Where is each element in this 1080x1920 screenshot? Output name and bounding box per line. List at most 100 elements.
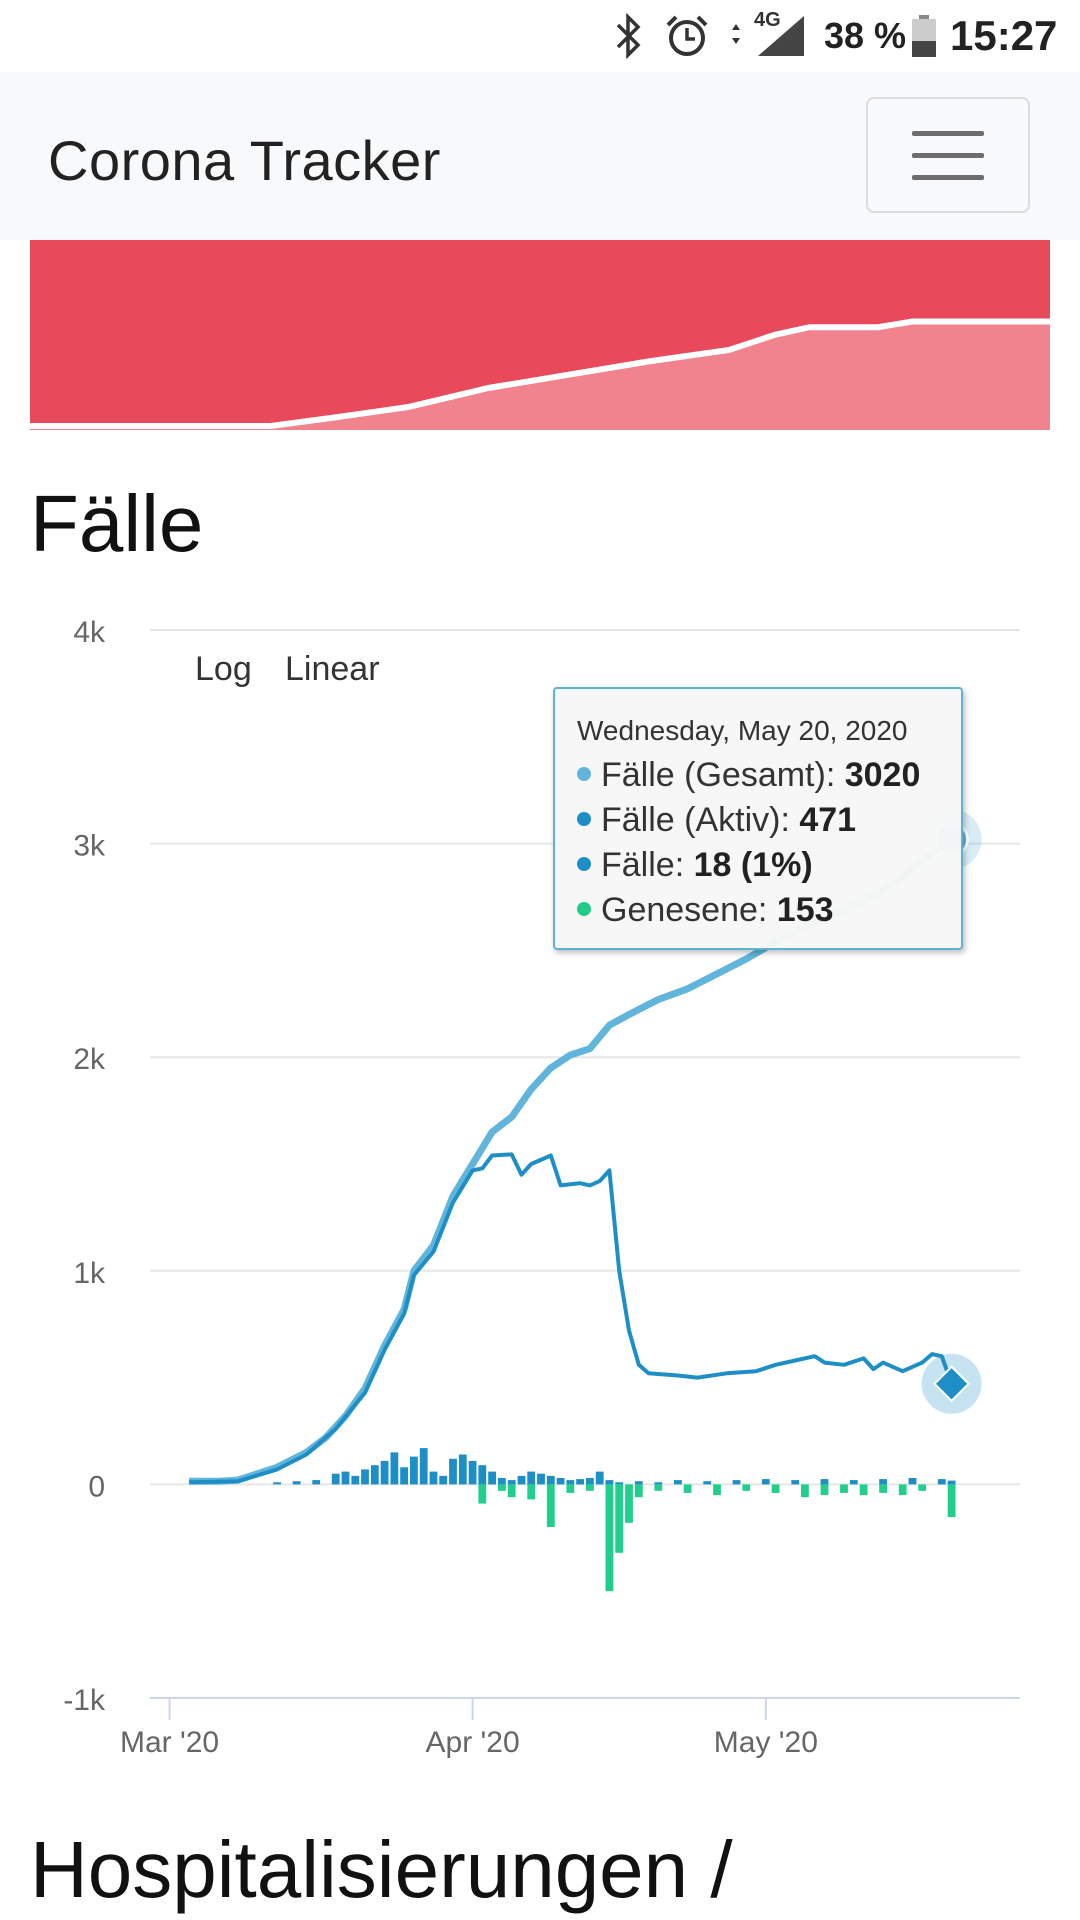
new-cases-bar [361,1469,369,1485]
new-cases-bar [507,1480,516,1485]
new-cases-bar [380,1460,389,1485]
recovered-bar [507,1484,516,1498]
new-cases-bar [761,1479,770,1485]
recovered-bar [801,1484,809,1498]
recovered-bar [478,1484,487,1504]
log-scale-button[interactable]: Log [195,650,252,689]
new-cases-bar [312,1480,321,1485]
svg-text:4G: 4G [754,10,781,31]
recovered-bar [615,1484,624,1553]
bar-series [273,1448,956,1592]
y-tick-label: 3k [73,830,106,863]
recovered-bar [918,1484,927,1491]
new-cases-bar [370,1465,379,1485]
recovered-bar [713,1484,721,1496]
x-axis: Mar '20 Apr '20 May '20 [120,1698,818,1759]
recovered-bar [742,1484,751,1491]
recovered-bar [859,1484,868,1496]
chart-tooltip: Wednesday, May 20, 2020 Fälle (Gesamt): … [553,687,963,950]
new-cases-bar [341,1471,350,1485]
brand-title[interactable]: Corona Tracker [48,128,441,193]
battery-percent: 38 % [824,15,907,56]
alarm-icon [664,10,710,62]
legend-dot [577,812,591,827]
new-cases-bar [273,1482,281,1485]
new-cases-bar [400,1467,408,1485]
x-tick-label: Mar '20 [120,1726,219,1759]
new-cases-bar [292,1481,301,1485]
signal-icon: 4G [728,10,818,62]
menu-toggle-button[interactable] [866,97,1030,213]
new-cases-bar [546,1475,555,1485]
tooltip-value: 3020 [844,756,921,794]
new-cases-bar [390,1452,399,1485]
new-cases-bar [468,1460,477,1485]
section-title-hospitalisierungen: Hospitalisierungen / [30,1825,733,1914]
recovered-bar [566,1484,575,1493]
new-cases-bar [331,1473,340,1485]
new-cases-bar [820,1479,829,1485]
tooltip-value: 471 [799,801,857,839]
y-tick-label: 1k [73,1257,106,1290]
x-tick-label: Apr '20 [426,1726,520,1759]
navbar: Corona Tracker [0,72,1080,240]
new-cases-bar [517,1475,526,1485]
recovered-bar [586,1484,594,1491]
recovered-bar [898,1484,907,1496]
recovered-bar [527,1484,536,1500]
status-bar: 4G 38 % 15:27 [0,0,1080,72]
y-tick-label: -1k [63,1684,106,1717]
recovered-bar [683,1484,692,1493]
new-cases-bar [576,1479,584,1485]
clock-time: 15:27 [950,12,1058,59]
new-cases-bar [449,1458,457,1485]
new-cases-bar [478,1465,487,1485]
legend-dot [577,767,591,782]
tooltip-label: Fälle: [601,846,694,884]
x-tick-label: May '20 [714,1726,818,1759]
new-cases-bar [351,1475,360,1485]
tooltip-row-total: Fälle (Gesamt): 3020 [577,753,941,798]
recovered-bar [840,1484,848,1493]
recovered-bar [634,1484,643,1498]
new-cases-bar [908,1478,917,1485]
recovered-bar [654,1484,663,1491]
new-cases-bar [556,1478,565,1485]
recovered-bar [546,1484,555,1528]
new-cases-bar [488,1471,496,1485]
y-tick-label: 0 [88,1470,105,1503]
recovered-bar [605,1484,614,1592]
new-cases-bar [429,1471,438,1485]
new-cases-bar [703,1481,712,1485]
new-cases-bar [937,1479,946,1485]
new-cases-bar [674,1480,682,1485]
data-arrows-icon [732,24,740,44]
new-cases-bar [458,1454,467,1485]
bluetooth-icon [612,10,646,62]
recovered-bar [947,1484,956,1518]
new-cases-bar [498,1478,506,1485]
tooltip-row-new: Fälle: 18 (1%) [577,843,941,888]
new-cases-bar [605,1480,614,1485]
tooltip-value: 18 (1%) [693,846,813,884]
new-cases-bar [879,1479,887,1485]
new-cases-bar [586,1478,594,1485]
y-axis-labels: 4k 3k 2k 1k 0 -1k [63,616,106,1717]
linear-scale-button[interactable]: Linear [285,650,380,689]
recovered-bar [771,1484,780,1493]
new-cases-bar [849,1480,858,1485]
active-cases-line [189,1152,954,1485]
hamburger-menu-icon [912,131,984,136]
new-cases-bar [439,1475,448,1485]
new-cases-bar [537,1473,545,1485]
new-cases-bar [654,1482,663,1485]
new-cases-bar [634,1481,643,1485]
recovered-bar [879,1484,887,1493]
section-title-faelle: Fälle [30,479,204,568]
battery-icon [910,10,938,62]
new-cases-bar [566,1480,575,1485]
new-cases-bar [791,1480,800,1485]
new-cases-bar [947,1480,956,1485]
y-tick-label: 2k [73,1043,106,1076]
new-cases-bar [732,1480,741,1485]
